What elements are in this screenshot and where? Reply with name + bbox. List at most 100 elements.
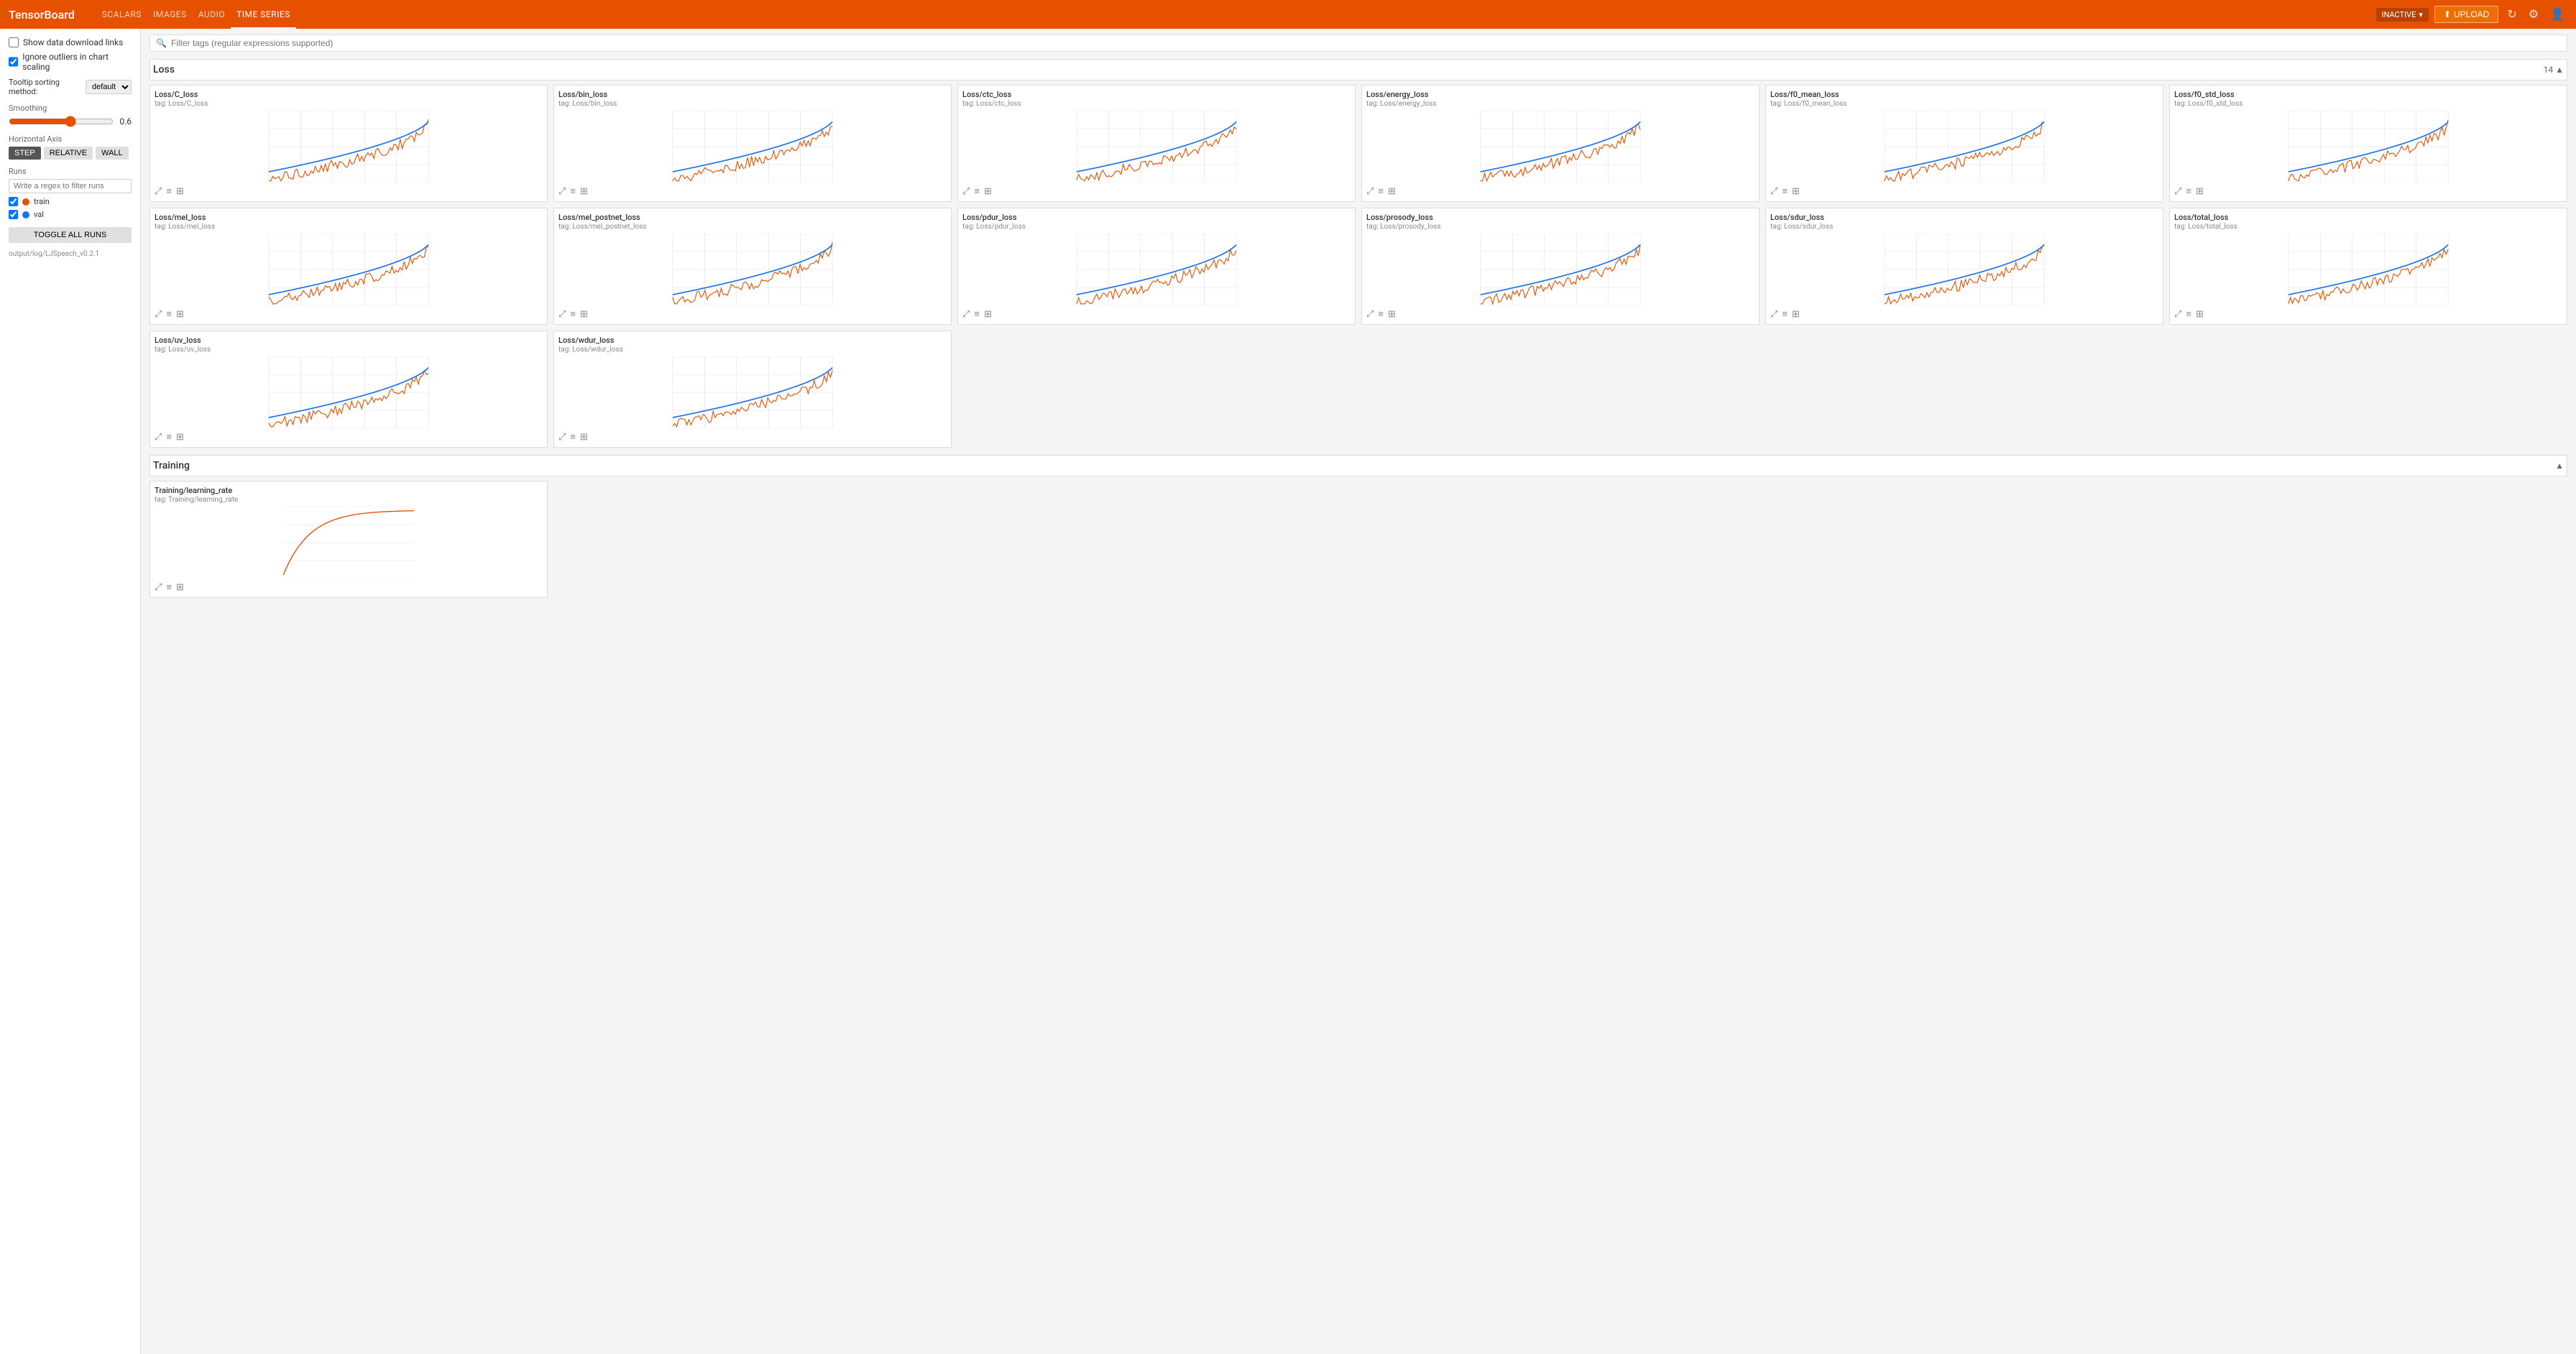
nav-item-scalars[interactable]: SCALARS [96, 0, 147, 29]
chart-control-icon[interactable]: ≡ [1378, 308, 1384, 320]
chart-control-icon[interactable]: ⊞ [2196, 309, 2204, 320]
chart-area [1770, 234, 2158, 305]
axis-relative-button[interactable]: RELATIVE [44, 147, 93, 160]
chart-control-icon[interactable]: ⤢ [2174, 309, 2181, 320]
chart-control-icon[interactable]: ≡ [1782, 308, 1788, 320]
chart-control-icon[interactable]: ⊞ [176, 309, 184, 320]
smoothing-value: 0.6 [119, 116, 132, 126]
chart-control-icon[interactable]: ⊞ [1792, 186, 1800, 197]
show-data-links-checkbox[interactable] [9, 37, 19, 47]
chart-control-icon[interactable]: ⤢ [558, 309, 566, 320]
chart-control-icon[interactable]: ⤢ [962, 186, 970, 197]
chart-control-icon[interactable]: ≡ [1782, 185, 1788, 197]
chart-title: Loss/total_loss [2174, 213, 2562, 222]
chart-control-icon[interactable]: ≡ [1378, 185, 1384, 197]
chart-control-icon[interactable]: ⤢ [1770, 309, 1777, 320]
runs-section: Runs train val TOGGLE ALL RUNS output/lo… [9, 167, 132, 258]
settings-button[interactable]: ⚙ [2526, 4, 2542, 24]
chart-control-icon[interactable]: ≡ [974, 308, 980, 320]
loss-chart-card-9: Loss/prosody_losstag: Loss/prosody_loss⤢… [1361, 208, 1760, 325]
chart-control-icon[interactable]: ⤢ [558, 432, 566, 443]
chart-control-icon[interactable]: ⊞ [1792, 309, 1800, 320]
chart-control-icon[interactable]: ≡ [2186, 308, 2191, 320]
run-train-checkbox[interactable] [9, 197, 18, 206]
chart-area [558, 234, 947, 305]
chart-control-icon[interactable]: ⤢ [558, 186, 566, 197]
chart-tag: tag: Training/learning_rate [155, 496, 543, 504]
smoothing-row: 0.6 [9, 116, 132, 127]
chart-area [962, 111, 1351, 183]
training-section-header[interactable]: Training ▲ [150, 455, 2567, 476]
chart-tag: tag: Loss/C_loss [155, 100, 543, 108]
chart-controls: ⤢ ≡ ⊞ [558, 185, 947, 197]
tooltip-row: Tooltip sorting method: default [9, 78, 132, 96]
axis-step-button[interactable]: STEP [9, 147, 41, 160]
chart-controls: ⤢ ≡ ⊞ [558, 431, 947, 443]
chart-control-icon[interactable]: ⊞ [580, 309, 588, 320]
nav-item-images[interactable]: IMAGES [147, 0, 193, 29]
chart-control-icon[interactable]: ⊞ [984, 186, 992, 197]
chart-control-icon[interactable]: ⤢ [1366, 309, 1374, 320]
chart-control-icon[interactable]: ⊞ [176, 186, 184, 197]
chart-control-icon[interactable]: ⊞ [1388, 186, 1396, 197]
chart-title: Loss/f0_std_loss [2174, 90, 2562, 99]
chart-control-icon[interactable]: ⊞ [984, 309, 992, 320]
chart-control-icon[interactable]: ⊞ [580, 186, 588, 197]
chart-control-icon[interactable]: ≡ [570, 185, 576, 197]
chart-area [155, 507, 543, 579]
chart-control-icon[interactable]: ⤢ [155, 309, 162, 320]
inactive-badge[interactable]: INACTIVE ▾ [2376, 8, 2429, 22]
upload-button[interactable]: ⬆ UPLOAD [2434, 6, 2498, 23]
chevron-down-icon: ▾ [2419, 10, 2423, 19]
chart-tag: tag: Loss/energy_loss [1366, 100, 1754, 108]
chart-control-icon[interactable]: ⤢ [2174, 186, 2181, 197]
loss-section-header[interactable]: Loss 14 ▲ [150, 59, 2567, 80]
chart-control-icon[interactable]: ⤢ [155, 582, 162, 593]
chart-control-icon[interactable]: ⊞ [176, 582, 184, 593]
chart-control-icon[interactable]: ⊞ [1388, 309, 1396, 320]
chart-control-icon[interactable]: ⊞ [580, 432, 588, 443]
chart-control-icon[interactable]: ⤢ [1770, 186, 1777, 197]
loss-chart-card-0: Loss/C_losstag: Loss/C_loss ⤢ ≡ ⊞ [150, 85, 548, 202]
smoothing-slider[interactable] [9, 116, 114, 127]
chart-title: Training/learning_rate [155, 486, 543, 495]
chart-control-icon[interactable]: ≡ [2186, 185, 2191, 197]
chart-control-icon[interactable]: ≡ [166, 185, 172, 197]
chart-control-icon[interactable]: ≡ [166, 581, 172, 593]
chart-control-icon[interactable]: ⊞ [176, 432, 184, 443]
axis-wall-button[interactable]: WALL [96, 147, 129, 160]
chart-area [155, 111, 543, 183]
chart-area [1366, 111, 1754, 183]
chart-control-icon[interactable]: ⊞ [2196, 186, 2204, 197]
refresh-button[interactable]: ↻ [2504, 4, 2519, 24]
chart-control-icon[interactable]: ⤢ [155, 432, 162, 443]
nav-item-time_series[interactable]: TIME SERIES [231, 0, 296, 29]
upload-label: UPLOAD [2454, 9, 2489, 19]
runs-filter-input[interactable] [9, 179, 132, 193]
chart-control-icon[interactable]: ⤢ [1366, 186, 1374, 197]
filter-input[interactable] [171, 38, 2561, 48]
ignore-outliers-label[interactable]: Ignore outliers in chart scaling [22, 52, 132, 72]
show-data-links-label[interactable]: Show data download links [23, 37, 123, 47]
sidebar: Show data download links Ignore outliers… [0, 29, 141, 1354]
nav-item-audio[interactable]: AUDIO [193, 0, 231, 29]
chart-control-icon[interactable]: ≡ [570, 431, 576, 443]
chart-title: Loss/C_loss [155, 90, 543, 99]
upload-icon: ⬆ [2444, 9, 2451, 19]
chart-control-icon[interactable]: ≡ [974, 185, 980, 197]
loss-section: Loss 14 ▲ Loss/C_losstag: Loss/C_loss ⤢ ≡ ⊞… [150, 59, 2567, 448]
chart-control-icon[interactable]: ⤢ [962, 309, 970, 320]
user-button[interactable]: 👤 [2547, 4, 2567, 24]
chart-control-icon[interactable]: ≡ [570, 308, 576, 320]
ignore-outliers-checkbox[interactable] [9, 57, 18, 67]
toggle-all-runs-button[interactable]: TOGGLE ALL RUNS [9, 227, 132, 243]
chart-control-icon[interactable]: ≡ [166, 431, 172, 443]
chart-controls: ⤢ ≡ ⊞ [1366, 308, 1754, 320]
chart-control-icon[interactable]: ≡ [166, 308, 172, 320]
chart-title: Loss/ctc_loss [962, 90, 1351, 99]
chart-controls: ⤢ ≡ ⊞ [2174, 308, 2562, 320]
run-val-checkbox[interactable] [9, 210, 18, 219]
chart-control-icon[interactable]: ⤢ [155, 186, 162, 197]
tooltip-select[interactable]: default [86, 80, 132, 94]
chart-controls: ⤢ ≡ ⊞ [155, 581, 543, 593]
